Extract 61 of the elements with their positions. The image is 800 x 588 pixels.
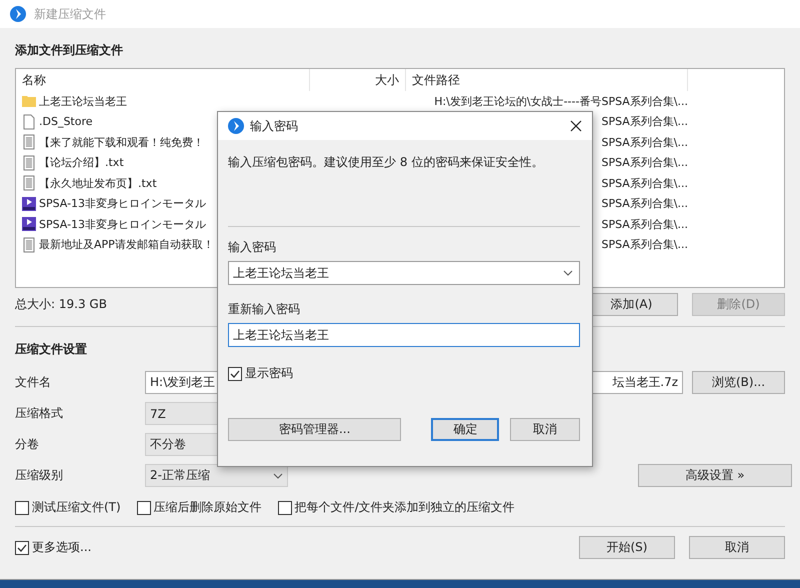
- field-button[interactable]: 高级设置 »: [638, 464, 792, 487]
- option-checkbox[interactable]: 测试压缩文件(T): [15, 499, 121, 516]
- footer-button[interactable]: 开始(S): [579, 536, 675, 559]
- file-path: SPSA系列合集\...: [601, 176, 688, 190]
- file-name[interactable]: 【论坛介绍】.txt: [39, 155, 124, 170]
- show-password-checkbox[interactable]: 显示密码: [228, 365, 580, 382]
- field-label: 压缩级别: [15, 467, 64, 484]
- field-label: 重新输入密码: [228, 301, 301, 317]
- password-field[interactable]: 上老王论坛当老王: [228, 261, 580, 285]
- chevron-down-icon: [273, 472, 283, 478]
- dialog-button[interactable]: 密码管理器...: [228, 418, 402, 441]
- file-name[interactable]: 【永久地址发布页】.txt: [39, 176, 157, 191]
- more-options-checkbox[interactable]: 更多选项...: [15, 539, 579, 556]
- dialog-button[interactable]: 取消: [510, 418, 580, 441]
- chevron-down-icon: [563, 270, 573, 276]
- app-icon: [10, 6, 26, 22]
- field-label: 分卷: [15, 436, 40, 453]
- folder-icon: [21, 93, 37, 110]
- file-path: H:\发到老王论坛的\女战士----番号SPSA系列合集\...: [434, 94, 688, 108]
- file-path: SPSA系列合集\...: [601, 218, 688, 231]
- column-header[interactable]: 名称: [16, 69, 310, 91]
- field-value: 坛当老王.7z: [612, 374, 678, 391]
- option-checkbox[interactable]: 压缩后删除原始文件: [136, 499, 262, 516]
- total-size: 总大小: 19.3 GB: [15, 296, 107, 312]
- file-name[interactable]: SPSA-13非変身ヒロインモータル: [39, 216, 206, 232]
- field-label: 压缩格式: [15, 405, 64, 422]
- section-heading: 添加文件到压缩文件: [15, 42, 124, 59]
- app-icon: [228, 118, 244, 134]
- file-path: SPSA系列合集\...: [601, 115, 688, 128]
- dialog-message: 输入压缩包密码。建议使用至少 8 位的密码来保证安全性。: [228, 154, 544, 171]
- file-icon: [21, 114, 37, 130]
- file-path: SPSA系列合集\...: [601, 238, 688, 252]
- field-button[interactable]: 浏览(B)...: [692, 371, 785, 394]
- column-header[interactable]: 文件路径: [406, 69, 688, 91]
- footer-button[interactable]: 取消: [689, 536, 785, 559]
- field-value: H:\发到老王: [150, 374, 216, 391]
- text-file-icon: [21, 154, 37, 171]
- file-name[interactable]: 【来了就能下载和观看！纯免费！: [39, 134, 204, 150]
- dialog-title: 输入密码: [250, 118, 298, 134]
- video-file-icon: [21, 216, 37, 232]
- field-label: 文件名: [15, 374, 52, 391]
- text-file-icon: [21, 236, 37, 253]
- file-name[interactable]: 最新地址及APP请发邮箱自动获取！: [39, 237, 214, 252]
- dropdown[interactable]: 2-正常压缩: [145, 464, 288, 487]
- file-name[interactable]: .DS_Store: [39, 115, 93, 128]
- confirm-password-field[interactable]: 上老王论坛当老王: [228, 323, 580, 347]
- window-title: 新建压缩文件: [34, 6, 106, 22]
- section-heading: 压缩文件设置: [15, 341, 88, 358]
- text-file-icon: [21, 175, 37, 192]
- dialog-button[interactable]: 确定: [431, 418, 500, 441]
- video-file-icon: [21, 196, 37, 212]
- close-icon[interactable]: [570, 120, 582, 132]
- file-path: SPSA系列合集\...: [601, 136, 688, 149]
- field-label: 输入密码: [228, 239, 277, 255]
- column-header[interactable]: 大小: [310, 69, 406, 91]
- text-file-icon: [21, 134, 37, 150]
- file-name[interactable]: SPSA-13非変身ヒロインモータル: [39, 196, 206, 212]
- file-path: SPSA系列合集\...: [601, 156, 688, 170]
- option-checkbox[interactable]: 把每个文件/文件夹添加到独立的压缩文件: [278, 499, 515, 516]
- file-name[interactable]: 上老王论坛当老王: [39, 94, 127, 109]
- file-path: SPSA系列合集\...: [601, 197, 688, 210]
